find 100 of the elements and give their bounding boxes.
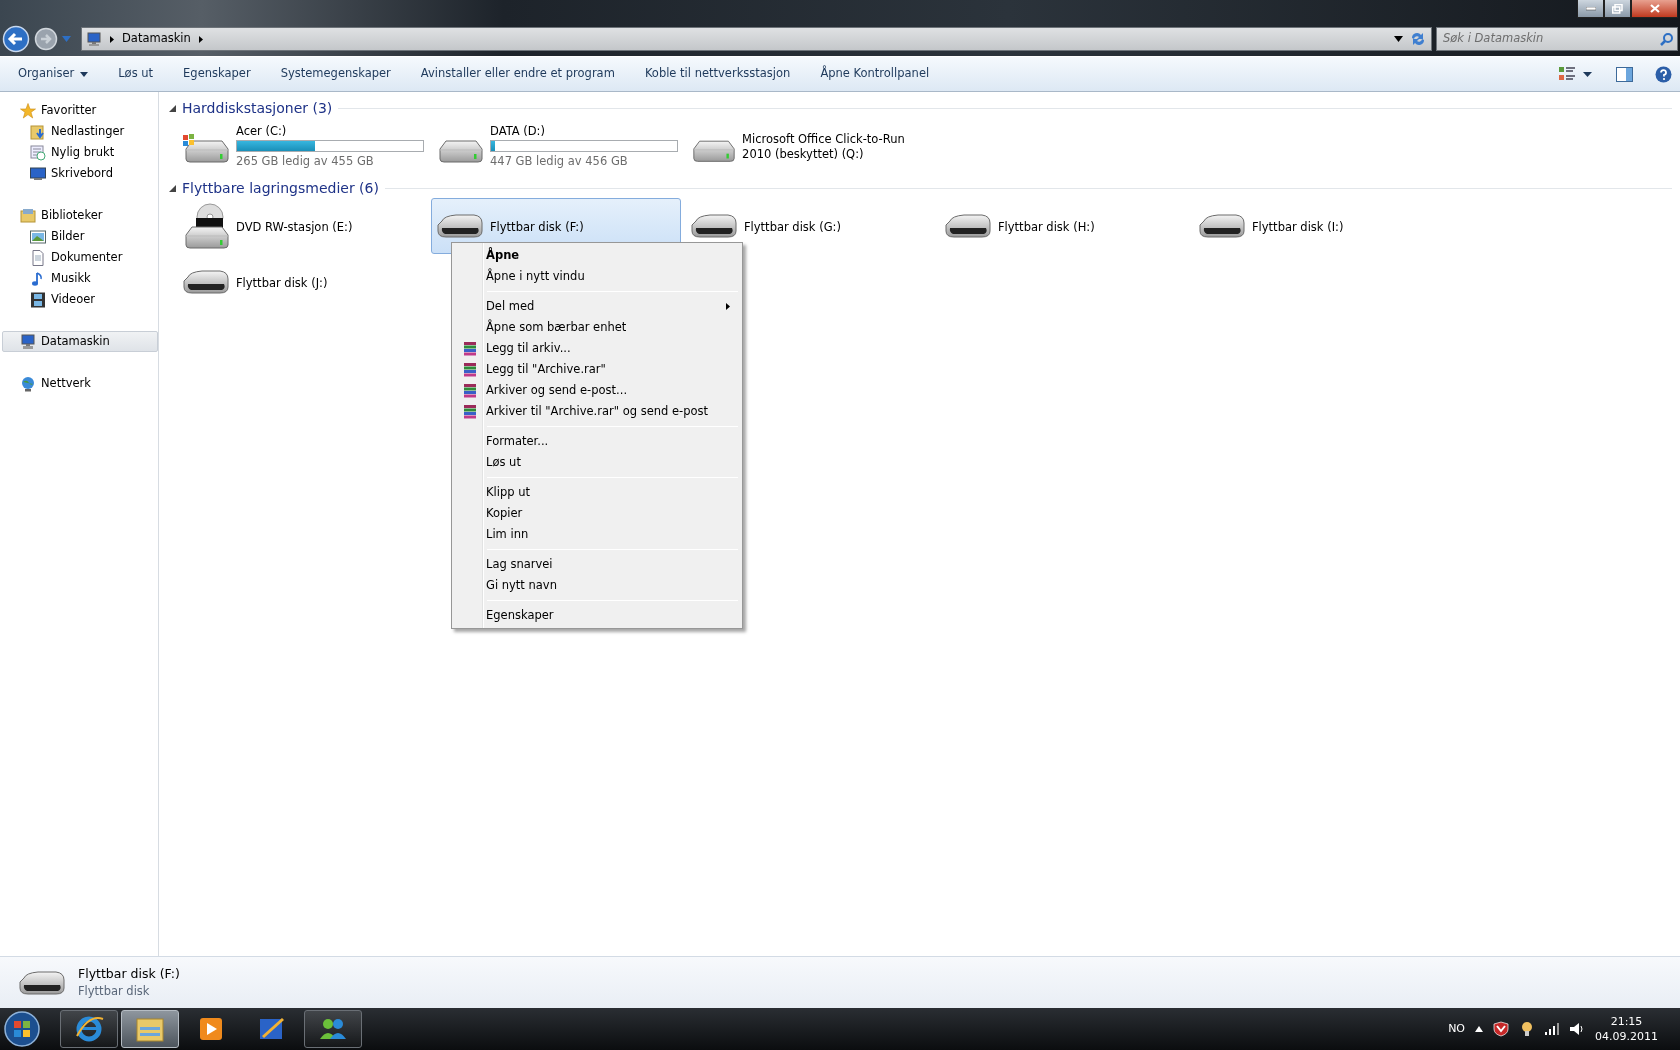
minimize-icon <box>1585 6 1596 11</box>
start-button[interactable] <box>2 1009 42 1049</box>
menu-item[interactable]: Klipp ut <box>454 482 740 503</box>
sidebar-item[interactable]: Bilder <box>0 226 158 247</box>
back-button[interactable] <box>2 25 30 53</box>
details-subtitle: Flyttbar disk <box>78 983 151 1001</box>
drive-name: Flyttbar disk (G:) <box>744 219 841 235</box>
search-icon[interactable] <box>1660 32 1673 46</box>
drive-tile[interactable]: DVD RW-stasjon (E:) <box>177 198 431 254</box>
collapse-arrow-icon[interactable] <box>169 184 176 192</box>
sidebar-item[interactable]: Biblioteker <box>0 205 158 226</box>
restore-button[interactable] <box>1604 0 1631 18</box>
network-icon <box>20 375 36 392</box>
book-stack-icon <box>463 383 477 398</box>
close-button[interactable] <box>1631 0 1678 18</box>
minimize-button[interactable] <box>1577 0 1604 18</box>
menu-item[interactable]: Arkiver til "Archive.rar" og send e-post <box>454 401 740 422</box>
dropdown-caret-icon[interactable] <box>1394 36 1403 42</box>
speaker-icon[interactable] <box>1569 1022 1585 1036</box>
toolbar-button[interactable]: Koble til nettverksstasjon <box>634 61 801 87</box>
toolbar-button[interactable]: Løs ut <box>108 61 164 87</box>
folder-icon <box>135 1015 165 1043</box>
signal-bars-icon[interactable] <box>1545 1023 1559 1035</box>
caret-icon <box>80 71 89 77</box>
drive-tile[interactable]: Flyttbar disk (I:) <box>1193 198 1447 254</box>
drive-tile[interactable]: DATA (D:) 447 GB ledig av 456 GB <box>431 118 685 174</box>
menu-item[interactable]: Lag snarvei <box>454 554 740 575</box>
menu-item[interactable]: Arkiver og send e-post... <box>454 380 740 401</box>
browser-icon <box>74 1014 104 1044</box>
drive-name: Flyttbar disk (H:) <box>998 219 1095 235</box>
menu-item[interactable]: Legg til "Archive.rar" <box>454 359 740 380</box>
view-options-icon[interactable] <box>1559 67 1575 81</box>
sidebar-item[interactable]: Datamaskin <box>2 331 158 352</box>
drive-tile[interactable]: Flyttbar disk (H:) <box>939 198 1193 254</box>
book-stack-icon <box>463 362 477 377</box>
taskbar-button[interactable] <box>304 1010 362 1048</box>
toolbar-button[interactable]: Systemegenskaper <box>270 61 401 87</box>
chevron-icon[interactable] <box>196 34 205 44</box>
menu-item[interactable]: Lim inn <box>454 524 740 545</box>
taskbar-button[interactable] <box>60 1010 118 1048</box>
toolbar-button[interactable]: Avinstaller eller endre et program <box>410 61 625 87</box>
preview-pane-icon[interactable] <box>1616 66 1633 82</box>
menu-item[interactable]: Gi nytt navn <box>454 575 740 596</box>
usb-drive-icon <box>1198 211 1246 241</box>
book-stack-icon <box>463 341 477 356</box>
media-player-icon <box>198 1016 224 1042</box>
drive-tile[interactable]: Microsoft Office Click-to-Run 2010 (beskyttet) (Q:) <box>685 118 939 174</box>
menu-item[interactable]: Del med <box>454 296 740 317</box>
menu-item[interactable]: Egenskaper <box>454 605 740 626</box>
help-icon[interactable] <box>1655 65 1672 83</box>
drive-tile[interactable]: Flyttbar disk (J:) <box>177 254 431 310</box>
address-bar[interactable]: Datamaskin <box>81 27 1432 51</box>
close-icon <box>1649 4 1660 13</box>
search-box[interactable]: Søk i Datamaskin <box>1436 27 1678 51</box>
sidebar-item[interactable]: Musikk <box>0 268 158 289</box>
toolbar-button[interactable]: Åpne Kontrollpanel <box>810 61 940 87</box>
sidebar-item[interactable]: Dokumenter <box>0 247 158 268</box>
refresh-icon[interactable] <box>1409 31 1427 47</box>
restore-icon <box>1612 3 1623 14</box>
sidebar-item[interactable]: Skrivebord <box>0 163 158 184</box>
drive-tile[interactable]: Acer (C:) 265 GB ledig av 455 GB <box>177 118 431 174</box>
sidebar-item[interactable]: Favoritter <box>0 100 158 121</box>
toolbar-button[interactable]: Egenskaper <box>173 61 261 87</box>
sidebar-item[interactable]: Videoer <box>0 289 158 310</box>
computer-icon <box>20 333 36 350</box>
menu-item[interactable]: Formater... <box>454 431 740 452</box>
usb-drive-icon <box>436 211 484 241</box>
menu-item[interactable]: Legg til arkiv... <box>454 338 740 359</box>
library-icon <box>20 207 36 224</box>
sidebar-item[interactable]: Nylig brukt <box>0 142 158 163</box>
clock[interactable]: 21:15 04.09.2011 <box>1595 1014 1658 1044</box>
drive-name: Flyttbar disk (F:) <box>490 219 584 235</box>
section-heading[interactable]: Flyttbare lagringsmedier (6) <box>182 177 379 199</box>
breadcrumb-item[interactable]: Datamaskin <box>122 30 191 48</box>
free-space-text: 447 GB ledig av 456 GB <box>490 152 629 170</box>
search-field[interactable]: Søk i Datamaskin <box>1441 29 1660 49</box>
show-hidden-icons-icon[interactable] <box>1475 1026 1483 1032</box>
menu-item[interactable]: Kopier <box>454 503 740 524</box>
sidebar-item[interactable]: Nedlastinger <box>0 121 158 142</box>
menu-item[interactable]: Åpne i nytt vindu <box>454 266 740 287</box>
drive-name: Flyttbar disk (I:) <box>1252 219 1344 235</box>
toolbar-button[interactable]: Organiser <box>8 61 99 87</box>
shield-icon[interactable] <box>1493 1021 1509 1037</box>
drive-name: DVD RW-stasjon (E:) <box>236 219 353 235</box>
caret-icon[interactable] <box>1583 71 1592 77</box>
usb-drive-icon <box>182 267 230 297</box>
collapse-arrow-icon[interactable] <box>169 104 176 112</box>
section-heading[interactable]: Harddiskstasjoner (3) <box>182 97 333 119</box>
star-icon <box>20 102 36 119</box>
menu-item[interactable]: Åpne som bærbar enhet <box>454 317 740 338</box>
computer-icon <box>86 31 102 47</box>
tray-app-icon[interactable] <box>1519 1021 1535 1037</box>
sidebar-item[interactable]: Nettverk <box>0 373 158 394</box>
chevron-icon <box>108 34 116 44</box>
desktop-icon <box>30 165 46 182</box>
language-indicator[interactable]: NO <box>1448 1020 1465 1038</box>
picture-icon <box>30 228 46 245</box>
menu-item[interactable]: Løs ut <box>454 452 740 473</box>
forward-button[interactable] <box>34 27 58 51</box>
film-icon <box>30 291 46 308</box>
